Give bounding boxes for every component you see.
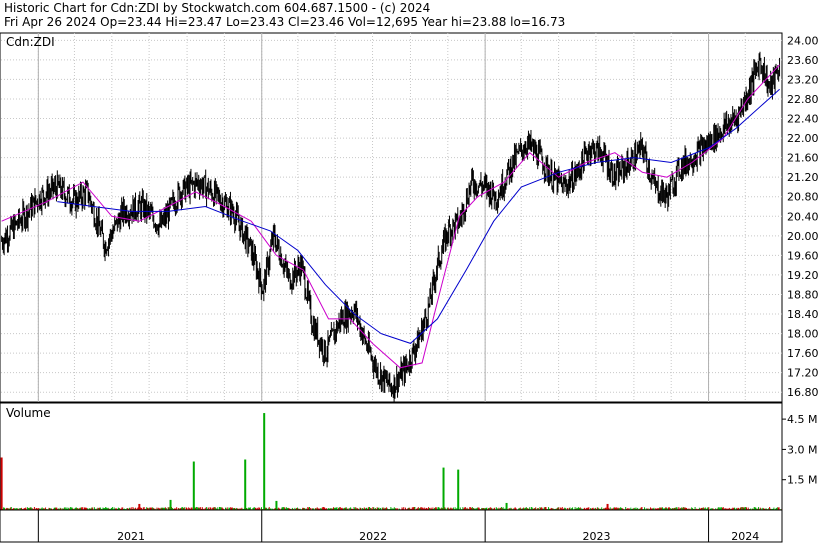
- volume-panel-label: Volume: [6, 406, 51, 420]
- price-tick-label: 22.00: [787, 132, 819, 145]
- x-tick-label-2022: 2022: [359, 530, 387, 543]
- price-tick-label: 17.60: [787, 347, 819, 360]
- volume-tick-label: 3.0 M: [787, 443, 817, 456]
- price-tick-label: 18.00: [787, 328, 819, 341]
- volume-spike: [192, 461, 195, 510]
- price-tick-label: 21.60: [787, 152, 819, 165]
- price-tick-label: 20.80: [787, 191, 819, 204]
- x-tick-label-2024: 2024: [731, 530, 759, 543]
- x-tick-label-2021: 2021: [117, 530, 145, 543]
- chart-canvas: 16.80 17.20 17.60 18.00 18.40 18.80 19.20 19.60…: [0, 32, 819, 543]
- volume-spike: [244, 459, 247, 510]
- price-tick-label: 18.40: [787, 308, 819, 321]
- price-panel-label: Cdn:ZDI: [6, 35, 55, 49]
- price-tick-label: 23.60: [787, 54, 819, 67]
- x-tick-label-2023: 2023: [583, 530, 611, 543]
- volume-spike: [457, 469, 460, 510]
- volume-tick-label: 1.5 M: [787, 474, 817, 487]
- price-tick-label: 20.00: [787, 230, 819, 243]
- volume-spike: [169, 499, 172, 510]
- volume-spike: [606, 503, 609, 510]
- volume-spike: [263, 413, 266, 510]
- volume-panel: Volume 1.5 M 3.0 M 4.5 M: [0, 402, 817, 511]
- price-tick-label: 23.20: [787, 73, 819, 86]
- price-tick-label: 21.20: [787, 171, 819, 184]
- price-tick-label: 22.40: [787, 113, 819, 126]
- price-tick-label: 19.60: [787, 249, 819, 262]
- volume-frame: [0, 402, 783, 511]
- volume-spike: [138, 503, 141, 510]
- x-axis: 2021 2022 2023 2024: [0, 509, 783, 543]
- volume-tick-label: 4.5 M: [787, 413, 817, 426]
- volume-spike: [0, 457, 3, 510]
- volume-spike: [442, 467, 445, 510]
- volume-spike: [505, 502, 508, 510]
- price-tick-label: 16.80: [787, 386, 819, 399]
- price-tick-label: 17.20: [787, 367, 819, 380]
- price-tick-label: 19.20: [787, 269, 819, 282]
- price-tick-label: 20.40: [787, 210, 819, 223]
- price-tick-label: 22.80: [787, 93, 819, 106]
- volume-spike: [275, 500, 278, 510]
- price-panel: 16.80 17.20 17.60 18.00 18.40 18.80 19.20 19.60…: [0, 32, 819, 405]
- price-tick-label: 24.00: [787, 34, 819, 47]
- price-tick-label: 18.80: [787, 288, 819, 301]
